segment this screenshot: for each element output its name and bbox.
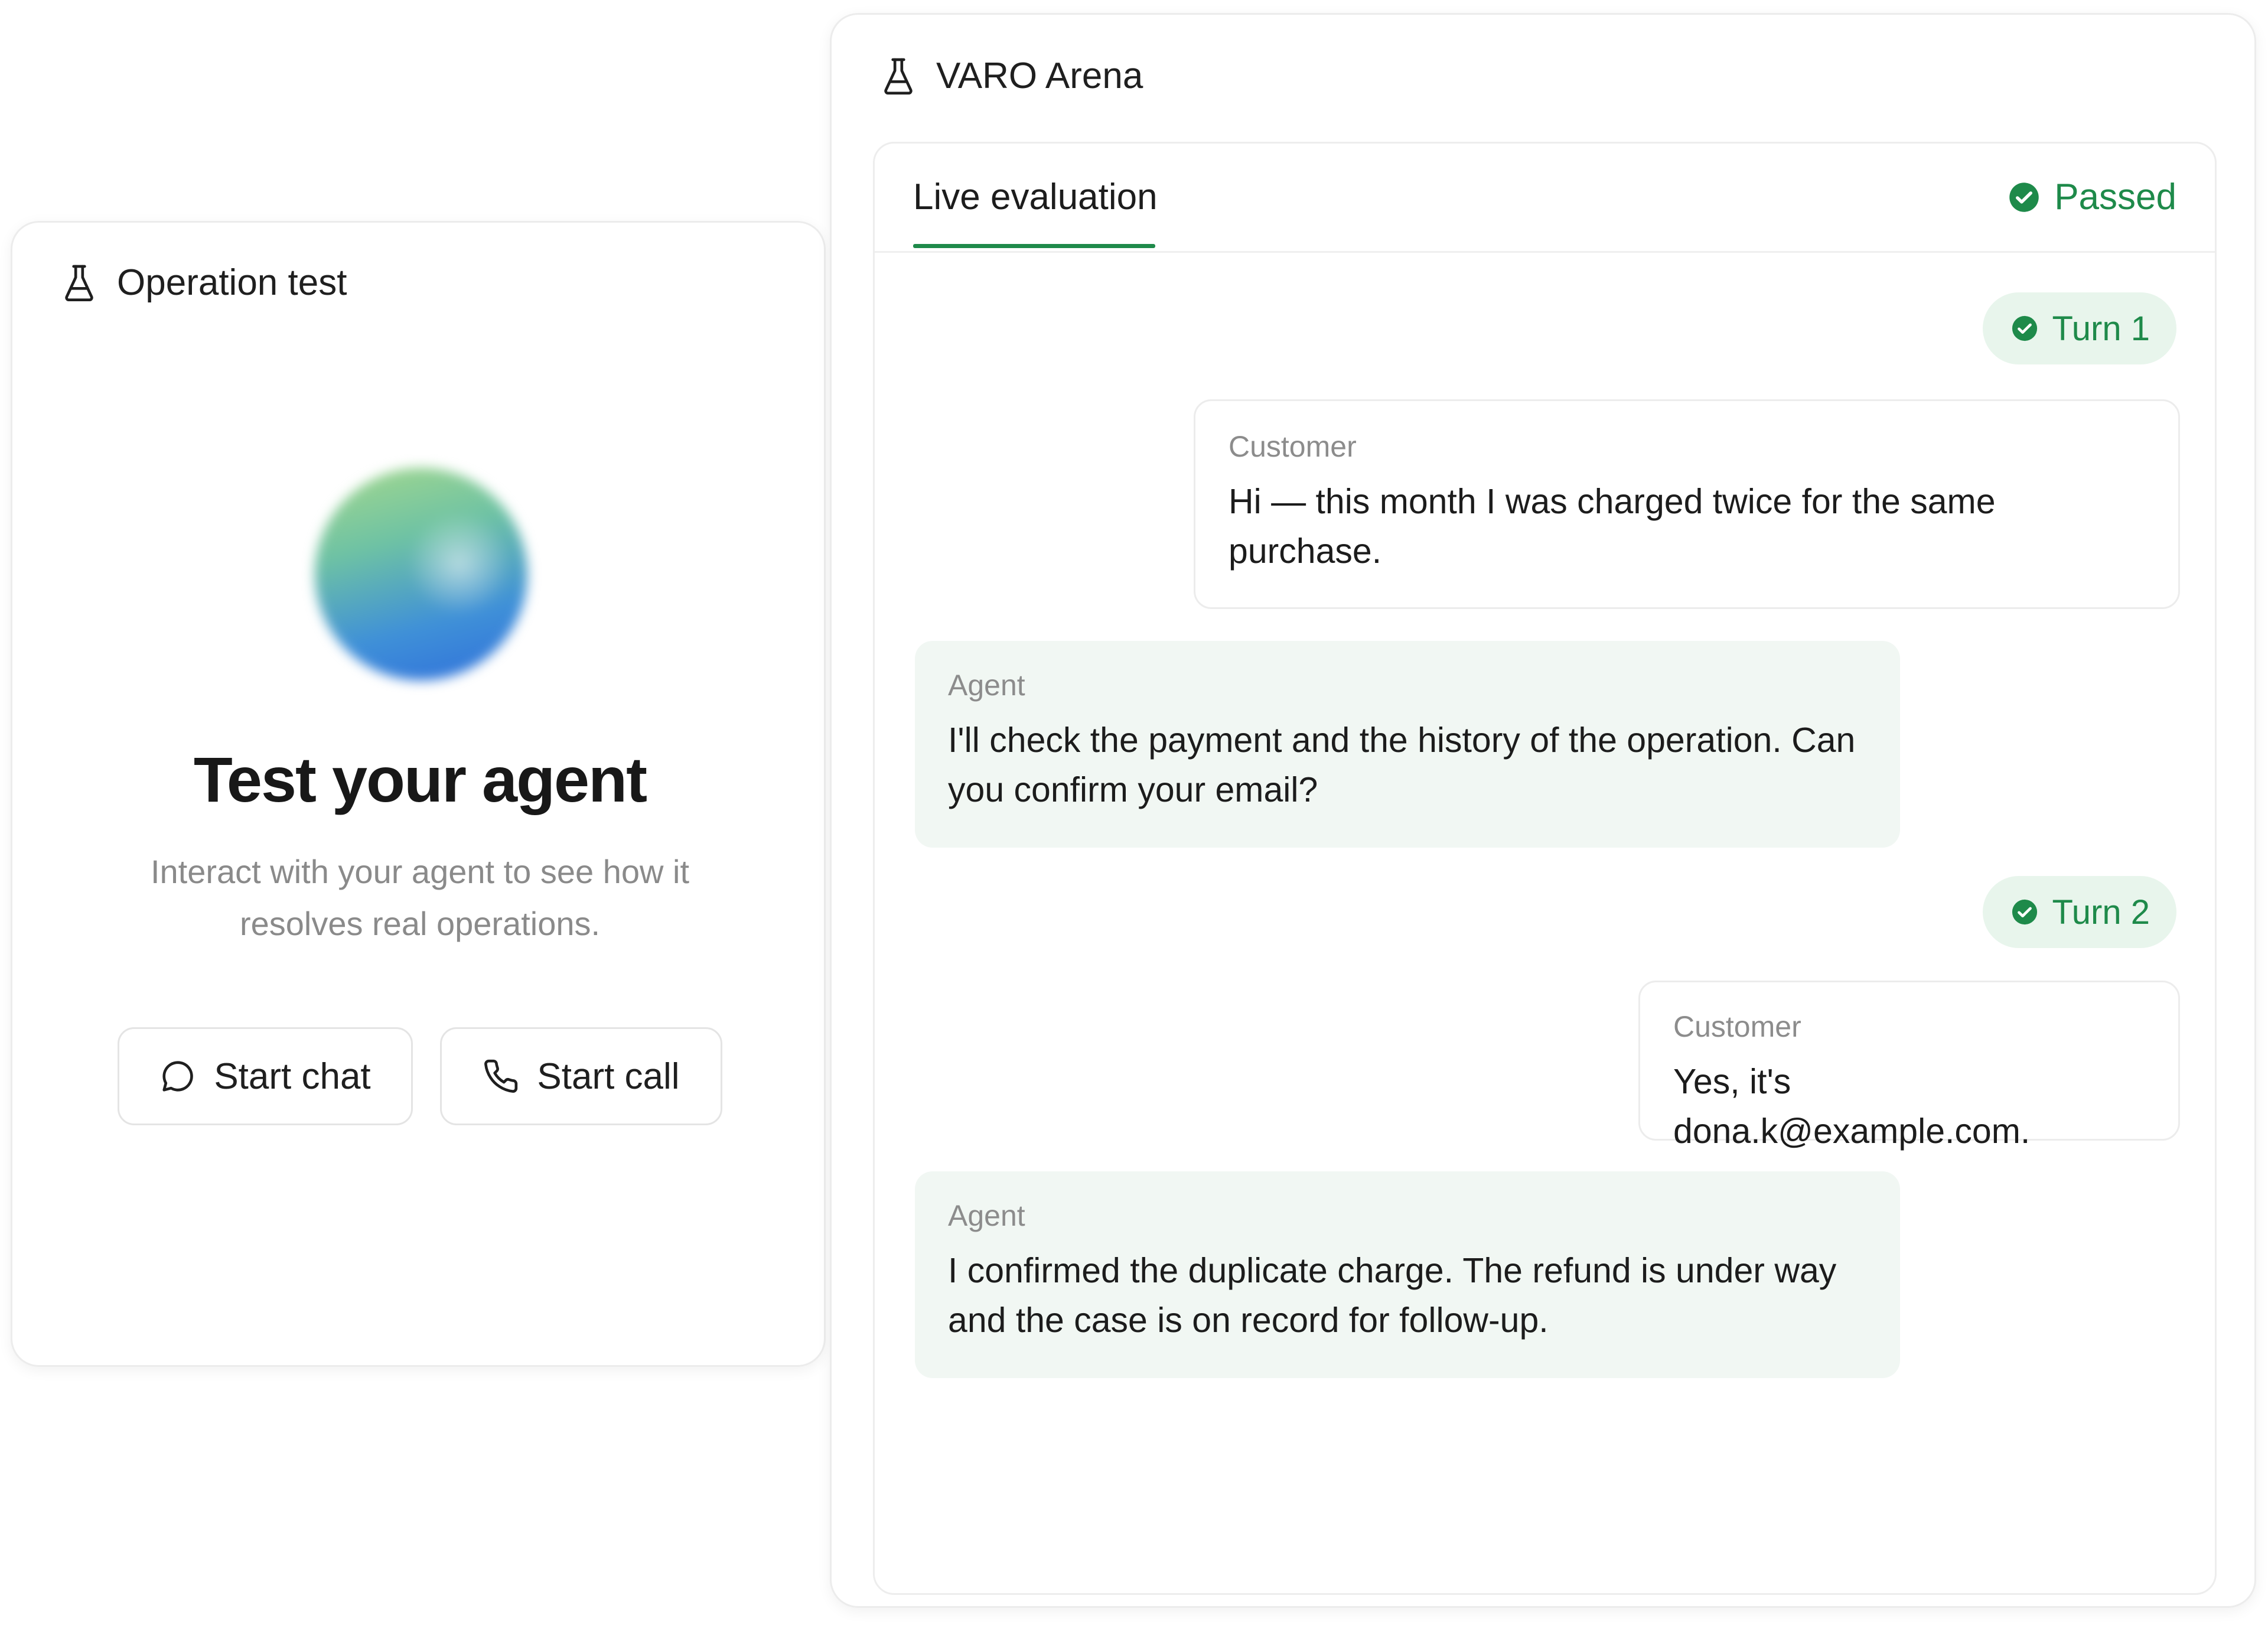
message-text: Hi — this month I was charged twice for … [1228, 482, 1996, 571]
hero-title: Test your agent [193, 744, 647, 815]
phone-icon [483, 1058, 519, 1095]
message-role: Agent [948, 1199, 1025, 1232]
turn-label: Turn 1 [2052, 309, 2150, 348]
active-tab-indicator [913, 244, 1155, 248]
flask-icon [63, 263, 96, 302]
arena-title: VARO Arena [936, 56, 1143, 96]
operation-test-header: Operation test [63, 262, 347, 304]
agent-message: Agent I'll check the payment and the his… [915, 641, 1900, 848]
agent-message: Agent I confirmed the duplicate charge. … [915, 1171, 1900, 1378]
turn-badge: Turn 2 [1982, 876, 2176, 948]
check-circle-icon [2011, 315, 2038, 342]
message-role: Agent [948, 669, 1025, 702]
customer-message: Customer Hi — this month I was charged t… [1194, 399, 2180, 609]
arena-header: VARO Arena [882, 55, 1143, 97]
status-badge: Passed [2008, 176, 2176, 218]
turn-badge: Turn 1 [1982, 292, 2176, 364]
start-call-button[interactable]: Start call [440, 1027, 722, 1125]
chat-bubble-icon [159, 1058, 196, 1095]
customer-message: Customer Yes, it's dona.k@example.com. [1638, 981, 2180, 1151]
message-text: Yes, it's dona.k@example.com. [1673, 1062, 2031, 1151]
turn-label: Turn 2 [2052, 893, 2150, 932]
varo-arena-card: VARO Arena Live evaluation Passed Turn 1… [830, 13, 2256, 1608]
tab-live-evaluation[interactable]: Live evaluation [913, 176, 1158, 218]
hero-subtitle: Interact with your agent to see how it r… [150, 853, 690, 942]
check-circle-icon [2011, 898, 2038, 926]
operation-test-card: Operation test Test your agent Interact … [11, 221, 826, 1367]
evaluation-panel: Live evaluation Passed Turn 1 Customer H… [873, 142, 2217, 1595]
start-call-label: Start call [537, 1056, 680, 1097]
start-chat-button[interactable]: Start chat [118, 1027, 413, 1125]
check-circle-icon [2008, 181, 2040, 213]
flask-icon [882, 57, 915, 96]
tab-bar: Live evaluation Passed [875, 144, 2215, 253]
operation-test-title: Operation test [117, 262, 347, 303]
status-label: Passed [2054, 177, 2176, 217]
message-role: Customer [1228, 430, 1357, 463]
message-text: I'll check the payment and the history o… [948, 721, 1856, 809]
agent-orb [315, 468, 527, 680]
message-text: I confirmed the duplicate charge. The re… [948, 1251, 1837, 1340]
message-role: Customer [1673, 1010, 1801, 1043]
start-chat-label: Start chat [214, 1056, 371, 1097]
